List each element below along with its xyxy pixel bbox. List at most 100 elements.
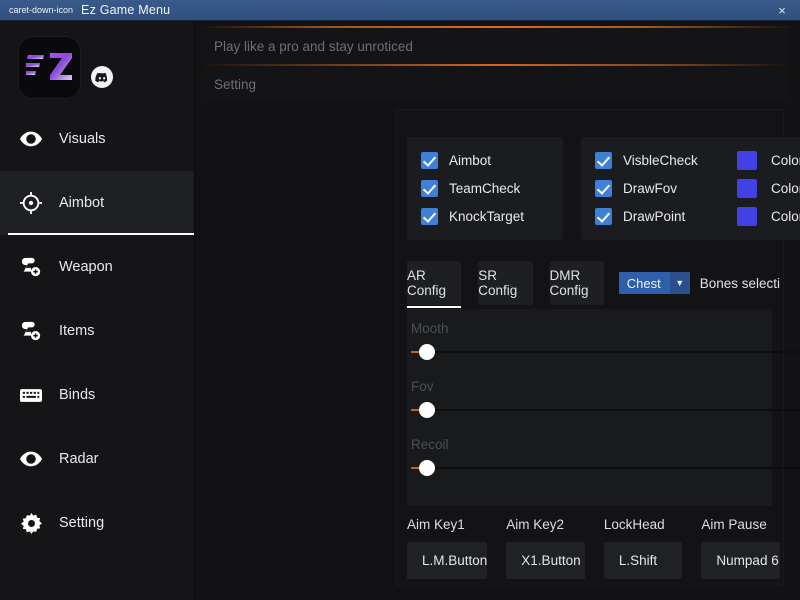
keybind-aim-pause: Aim Pause Numpad 6 [701, 517, 780, 587]
caret-down-icon[interactable]: caret-down-icon [9, 5, 73, 15]
bones-selected-value: Chest [626, 275, 661, 291]
sidebar-item-radar[interactable]: Radar [0, 427, 194, 491]
keybind-value: X1.Button [521, 553, 581, 568]
keybind-aim-key1: Aim Key1 L.M.Button [407, 517, 488, 587]
checkbox-teamcheck[interactable] [421, 179, 438, 197]
tab-label: DMR Config [549, 268, 589, 298]
sidebar-item-visuals[interactable]: Visuals [0, 107, 194, 171]
sidebar-item-weapon[interactable]: Weapon [0, 235, 194, 299]
keybind-button[interactable]: L.M.Button [407, 542, 488, 579]
discord-icon[interactable] [91, 66, 113, 88]
checkbox-row: KnockTarget [421, 205, 549, 229]
color-label: Color [771, 152, 800, 168]
discord-glyph [95, 72, 108, 82]
slider-fov: Fov 3.14 [411, 379, 800, 418]
keybind-button[interactable]: X1.Button [506, 542, 585, 579]
tab-sr-config[interactable]: SR Config [478, 261, 533, 305]
tab-dmr-config[interactable]: DMR Config [549, 261, 604, 305]
bones-label: Bones selecti [699, 275, 781, 291]
checkbox-label: DrawFov [623, 180, 678, 196]
keybind-label: Aim Key1 [407, 517, 465, 532]
sidebar-item-label: Items [59, 323, 95, 339]
color-swatch[interactable] [737, 178, 757, 198]
slider-label: Recoil [411, 437, 449, 452]
checkbox-section: Aimbot TeamCheck KnockTarget VisbleCheck… [407, 137, 800, 240]
sidebar-item-setting[interactable]: Setting [0, 491, 194, 555]
sidebar-item-aimbot[interactable]: Aimbot [0, 171, 194, 235]
bones-selector: Chest ▼ Bones selecti [618, 261, 781, 305]
checkbox-panel-left: Aimbot TeamCheck KnockTarget [407, 137, 563, 240]
checkbox-row: VisbleCheck Color [595, 148, 800, 172]
slider-track[interactable] [421, 467, 800, 469]
aimbot-config-panel: Mooth 3.14 Fov 3.14 [407, 309, 800, 506]
keybind-lockhead: LockHead L.Shift [603, 517, 683, 587]
color-swatch[interactable] [737, 207, 757, 227]
tab-ar-config[interactable]: AR Config [407, 261, 462, 308]
sidebar-item-label: Weapon [59, 259, 113, 275]
close-icon[interactable]: × [774, 4, 790, 17]
chevron-down-icon[interactable]: ▼ [669, 272, 690, 294]
color-label: Color [771, 180, 800, 196]
checkbox-label: TeamCheck [449, 180, 521, 196]
slider-handle[interactable] [419, 402, 435, 418]
sidebar-item-label: Binds [59, 387, 96, 403]
eye-icon [20, 448, 42, 470]
keybind-value: Numpad 6 [716, 553, 779, 568]
checkbox-knocktarget[interactable] [421, 208, 438, 226]
slider-track[interactable] [421, 409, 800, 411]
window-title: Ez Game Menu [81, 3, 171, 17]
tab-label: AR Config [407, 268, 447, 298]
keybind-label: LockHead [603, 517, 665, 532]
brand-area [0, 27, 194, 107]
slider-label: Fov [411, 379, 434, 394]
keybind-value: L.M.Button [422, 553, 488, 568]
checkbox-visiblecheck[interactable] [595, 151, 612, 169]
sidebar: Visuals Aimbot Weapon Items Binds Radar … [0, 21, 195, 600]
checkbox-row: Aimbot [421, 148, 549, 172]
slider-handle[interactable] [419, 460, 435, 476]
crosshair-icon [20, 192, 42, 214]
color-swatch[interactable] [737, 150, 757, 170]
slider-mooth: Mooth 3.14 [411, 321, 800, 360]
checkbox-label: DrawPoint [623, 209, 686, 225]
eye-icon [20, 128, 42, 150]
checkbox-label: VisbleCheck [623, 152, 698, 168]
slider-track[interactable] [421, 351, 800, 353]
keyboard-icon [20, 384, 42, 406]
slider-handle[interactable] [419, 344, 435, 360]
sidebar-item-label: Aimbot [59, 195, 105, 211]
slider-value: 3.14 [789, 344, 800, 359]
keybinds-section: Aim Key1 L.M.Button Aim Key2 X1.Button L… [407, 517, 780, 587]
items-icon [20, 320, 42, 342]
keybind-button[interactable]: L.Shift [603, 542, 683, 579]
checkbox-row: DrawFov Color [595, 176, 800, 200]
ez-logo-glyph [25, 53, 72, 80]
window-titlebar: caret-down-icon Ez Game Menu × [0, 0, 800, 21]
checkbox-label: Aimbot [449, 152, 492, 168]
weapon-icon [20, 256, 42, 278]
sidebar-item-binds[interactable]: Binds [0, 363, 194, 427]
checkbox-drawpoint[interactable] [595, 208, 612, 226]
slider-value: 3.14 [789, 402, 800, 417]
tab-label: SR Config [478, 268, 518, 298]
slider-value: 3 [789, 460, 800, 475]
checkbox-drawfov[interactable] [595, 179, 612, 197]
keybind-aim-key2: Aim Key2 X1.Button [506, 517, 585, 587]
checkbox-row: DrawPoint Color [595, 205, 800, 229]
ez-logo-icon [18, 35, 81, 99]
keybind-button[interactable]: Numpad 6 [701, 542, 780, 579]
checkbox-panel-right: VisbleCheck Color DrawFov Color [581, 137, 800, 240]
slider-label: Mooth [411, 321, 449, 336]
checkbox-aimbot[interactable] [421, 151, 438, 169]
checkbox-row: TeamCheck [421, 176, 549, 200]
bones-dropdown[interactable]: Chest ▼ [618, 272, 690, 294]
keybind-label: Aim Key2 [506, 517, 565, 532]
sidebar-item-label: Radar [59, 451, 99, 467]
slider-recoil: Recoil 3 [411, 437, 800, 476]
sidebar-item-label: Setting [59, 515, 105, 531]
sidebar-item-items[interactable]: Items [0, 299, 194, 363]
gear-icon [20, 512, 42, 534]
sidebar-item-label: Visuals [59, 131, 106, 147]
checkbox-label: KnockTarget [449, 209, 525, 225]
keybind-value: L.Shift [618, 553, 658, 568]
